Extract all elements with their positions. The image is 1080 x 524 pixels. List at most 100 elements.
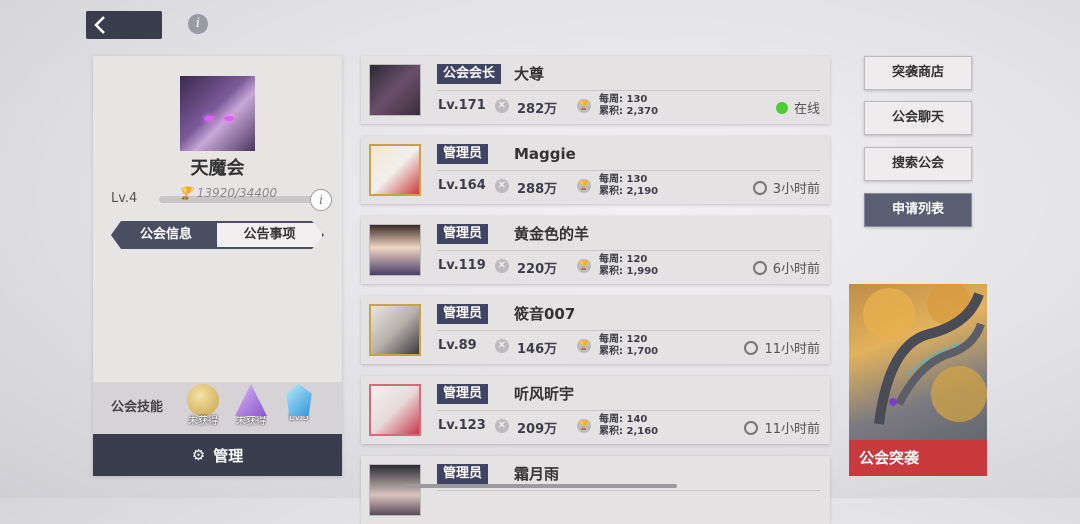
member-power: 220万 bbox=[517, 262, 558, 277]
divider bbox=[437, 170, 820, 171]
guild-raid-banner[interactable]: 公会突袭 bbox=[849, 284, 987, 476]
skill-slot-3[interactable]: Lv.5 bbox=[279, 384, 319, 432]
trophy-icon: 🏆 bbox=[577, 179, 591, 193]
dragon-boss-illustration bbox=[863, 284, 987, 425]
status-text: 在线 bbox=[793, 102, 820, 117]
member-level: Lv.119 bbox=[438, 258, 486, 273]
list-scrollbar[interactable] bbox=[405, 484, 677, 488]
guild-info-panel: 天魔会 Lv.4 🏆 13920/34400 i 公会信息 公告事项 公会技能 … bbox=[93, 56, 342, 476]
trophy-icon: 🏆 bbox=[577, 259, 591, 273]
member-status: 6小时前 bbox=[752, 258, 820, 277]
member-avatar bbox=[369, 144, 421, 196]
purple-crystal-icon bbox=[235, 384, 267, 416]
weekly-contribution: 每周: 130 bbox=[599, 174, 648, 185]
divider bbox=[437, 490, 820, 491]
guild-skills: 公会技能 未获得 未获得 Lv.5 bbox=[93, 382, 342, 435]
chevron-left-icon bbox=[94, 16, 105, 34]
member-contribution: 每周: 130 累积: 2,190 bbox=[599, 174, 658, 198]
status-text: 11小时前 bbox=[764, 422, 820, 437]
total-contribution: 累积: 2,190 bbox=[599, 186, 659, 197]
exp-value: 13920/34400 bbox=[196, 186, 278, 200]
guild-chat-button[interactable]: 公会聊天 bbox=[864, 101, 972, 135]
member-power: 288万 bbox=[517, 182, 558, 197]
member-role-badge: 公会会长 bbox=[437, 64, 502, 84]
guild-name: 天魔会 bbox=[190, 158, 245, 179]
member-power: 209万 bbox=[517, 422, 558, 437]
member-card[interactable]: 管理员 筱音007 Lv.89 ✕ 146万 🏆 每周: 120 累积: 1,70… bbox=[361, 296, 830, 364]
member-power: 282万 bbox=[517, 102, 558, 117]
member-status: 在线 bbox=[775, 98, 820, 117]
total-contribution: 累积: 2,370 bbox=[599, 106, 659, 117]
member-role-badge: 管理员 bbox=[437, 304, 489, 324]
member-name: Maggie bbox=[514, 145, 576, 163]
member-role-badge: 管理员 bbox=[437, 464, 489, 484]
member-status: 11小时前 bbox=[744, 338, 820, 357]
member-contribution: 每周: 120 累积: 1,700 bbox=[599, 334, 658, 358]
member-power: 146万 bbox=[517, 342, 558, 357]
apply-list-button[interactable]: 申请列表 bbox=[864, 193, 972, 227]
guild-raid-label: 公会突袭 bbox=[849, 440, 987, 476]
trophy-icon: 🏆 bbox=[577, 99, 591, 113]
trophy-icon: 🏆 bbox=[577, 419, 591, 433]
member-name: 黄金色的羊 bbox=[514, 225, 590, 243]
info-icon[interactable]: i bbox=[188, 14, 208, 34]
weekly-contribution: 每周: 140 bbox=[599, 414, 648, 425]
member-avatar bbox=[369, 384, 421, 436]
member-name: 筱音007 bbox=[514, 305, 576, 323]
search-guild-button[interactable]: 搜索公会 bbox=[864, 147, 972, 181]
skill-slot-1[interactable]: 未获得 bbox=[183, 384, 223, 432]
total-contribution: 累积: 2,160 bbox=[599, 426, 659, 437]
raid-shop-button[interactable]: 突袭商店 bbox=[864, 56, 972, 90]
guild-tabs: 公会信息 公告事项 bbox=[111, 221, 324, 249]
member-card[interactable]: 管理员 黄金色的羊 Lv.119 ✕ 220万 🏆 每周: 120 累积: 1,9… bbox=[361, 216, 830, 284]
member-level: Lv.164 bbox=[438, 178, 486, 193]
skill-caption: 未获得 bbox=[188, 416, 218, 427]
skill-slot-2[interactable]: 未获得 bbox=[231, 384, 271, 432]
total-contribution: 累积: 1,700 bbox=[599, 346, 659, 357]
manage-label: 管理 bbox=[213, 446, 244, 465]
divider bbox=[437, 330, 820, 331]
guild-level: Lv.4 bbox=[111, 191, 138, 206]
member-avatar bbox=[369, 464, 421, 516]
trophy-icon: 🏆 bbox=[577, 339, 591, 353]
member-level: Lv.171 bbox=[438, 98, 486, 113]
online-dot-icon bbox=[775, 101, 788, 114]
status-text: 6小时前 bbox=[772, 262, 820, 277]
member-card[interactable]: 公会会长 大尊 Lv.171 ✕ 282万 🏆 每周: 130 累积: 2,370… bbox=[361, 56, 830, 124]
member-avatar bbox=[369, 304, 421, 356]
member-role-badge: 管理员 bbox=[437, 224, 489, 244]
clock-icon bbox=[752, 260, 767, 275]
member-contribution: 每周: 140 累积: 2,160 bbox=[599, 414, 658, 438]
tab-guild-notice[interactable]: 公告事项 bbox=[215, 221, 324, 249]
power-icon: ✕ bbox=[495, 259, 509, 273]
member-status: 11小时前 bbox=[744, 418, 820, 437]
member-avatar bbox=[369, 64, 421, 116]
member-card[interactable]: 管理员 霜月雨 bbox=[361, 456, 830, 524]
tab-guild-info[interactable]: 公会信息 bbox=[111, 221, 221, 249]
member-level: Lv.89 bbox=[438, 338, 477, 353]
trophy-icon: 🏆 bbox=[178, 186, 193, 200]
manage-button[interactable]: ⚙ 管理 bbox=[93, 434, 342, 476]
guild-exp-text: 🏆 13920/34400 bbox=[178, 186, 277, 200]
back-button[interactable] bbox=[86, 11, 162, 39]
member-card[interactable]: 管理员 听风昕宇 Lv.123 ✕ 209万 🏆 每周: 140 累积: 2,16… bbox=[361, 376, 830, 444]
power-icon: ✕ bbox=[495, 179, 509, 193]
power-icon: ✕ bbox=[495, 99, 509, 113]
member-role-badge: 管理员 bbox=[437, 384, 489, 404]
member-name: 大尊 bbox=[514, 65, 545, 83]
weekly-contribution: 每周: 120 bbox=[599, 334, 648, 345]
clock-icon bbox=[752, 180, 767, 195]
divider bbox=[437, 410, 820, 411]
divider bbox=[437, 250, 820, 251]
clock-icon bbox=[744, 420, 759, 435]
weekly-contribution: 每周: 130 bbox=[599, 94, 648, 105]
clock-icon bbox=[744, 340, 759, 355]
power-icon: ✕ bbox=[495, 339, 509, 353]
member-name: 霜月雨 bbox=[514, 465, 560, 483]
member-status: 3小时前 bbox=[752, 178, 820, 197]
total-contribution: 累积: 1,990 bbox=[599, 266, 659, 277]
guild-level-info-icon[interactable]: i bbox=[310, 189, 332, 211]
power-icon: ✕ bbox=[495, 419, 509, 433]
member-card[interactable]: 管理员 Maggie Lv.164 ✕ 288万 🏆 每周: 130 累积: 2,… bbox=[361, 136, 830, 204]
member-name: 听风昕宇 bbox=[514, 385, 575, 403]
